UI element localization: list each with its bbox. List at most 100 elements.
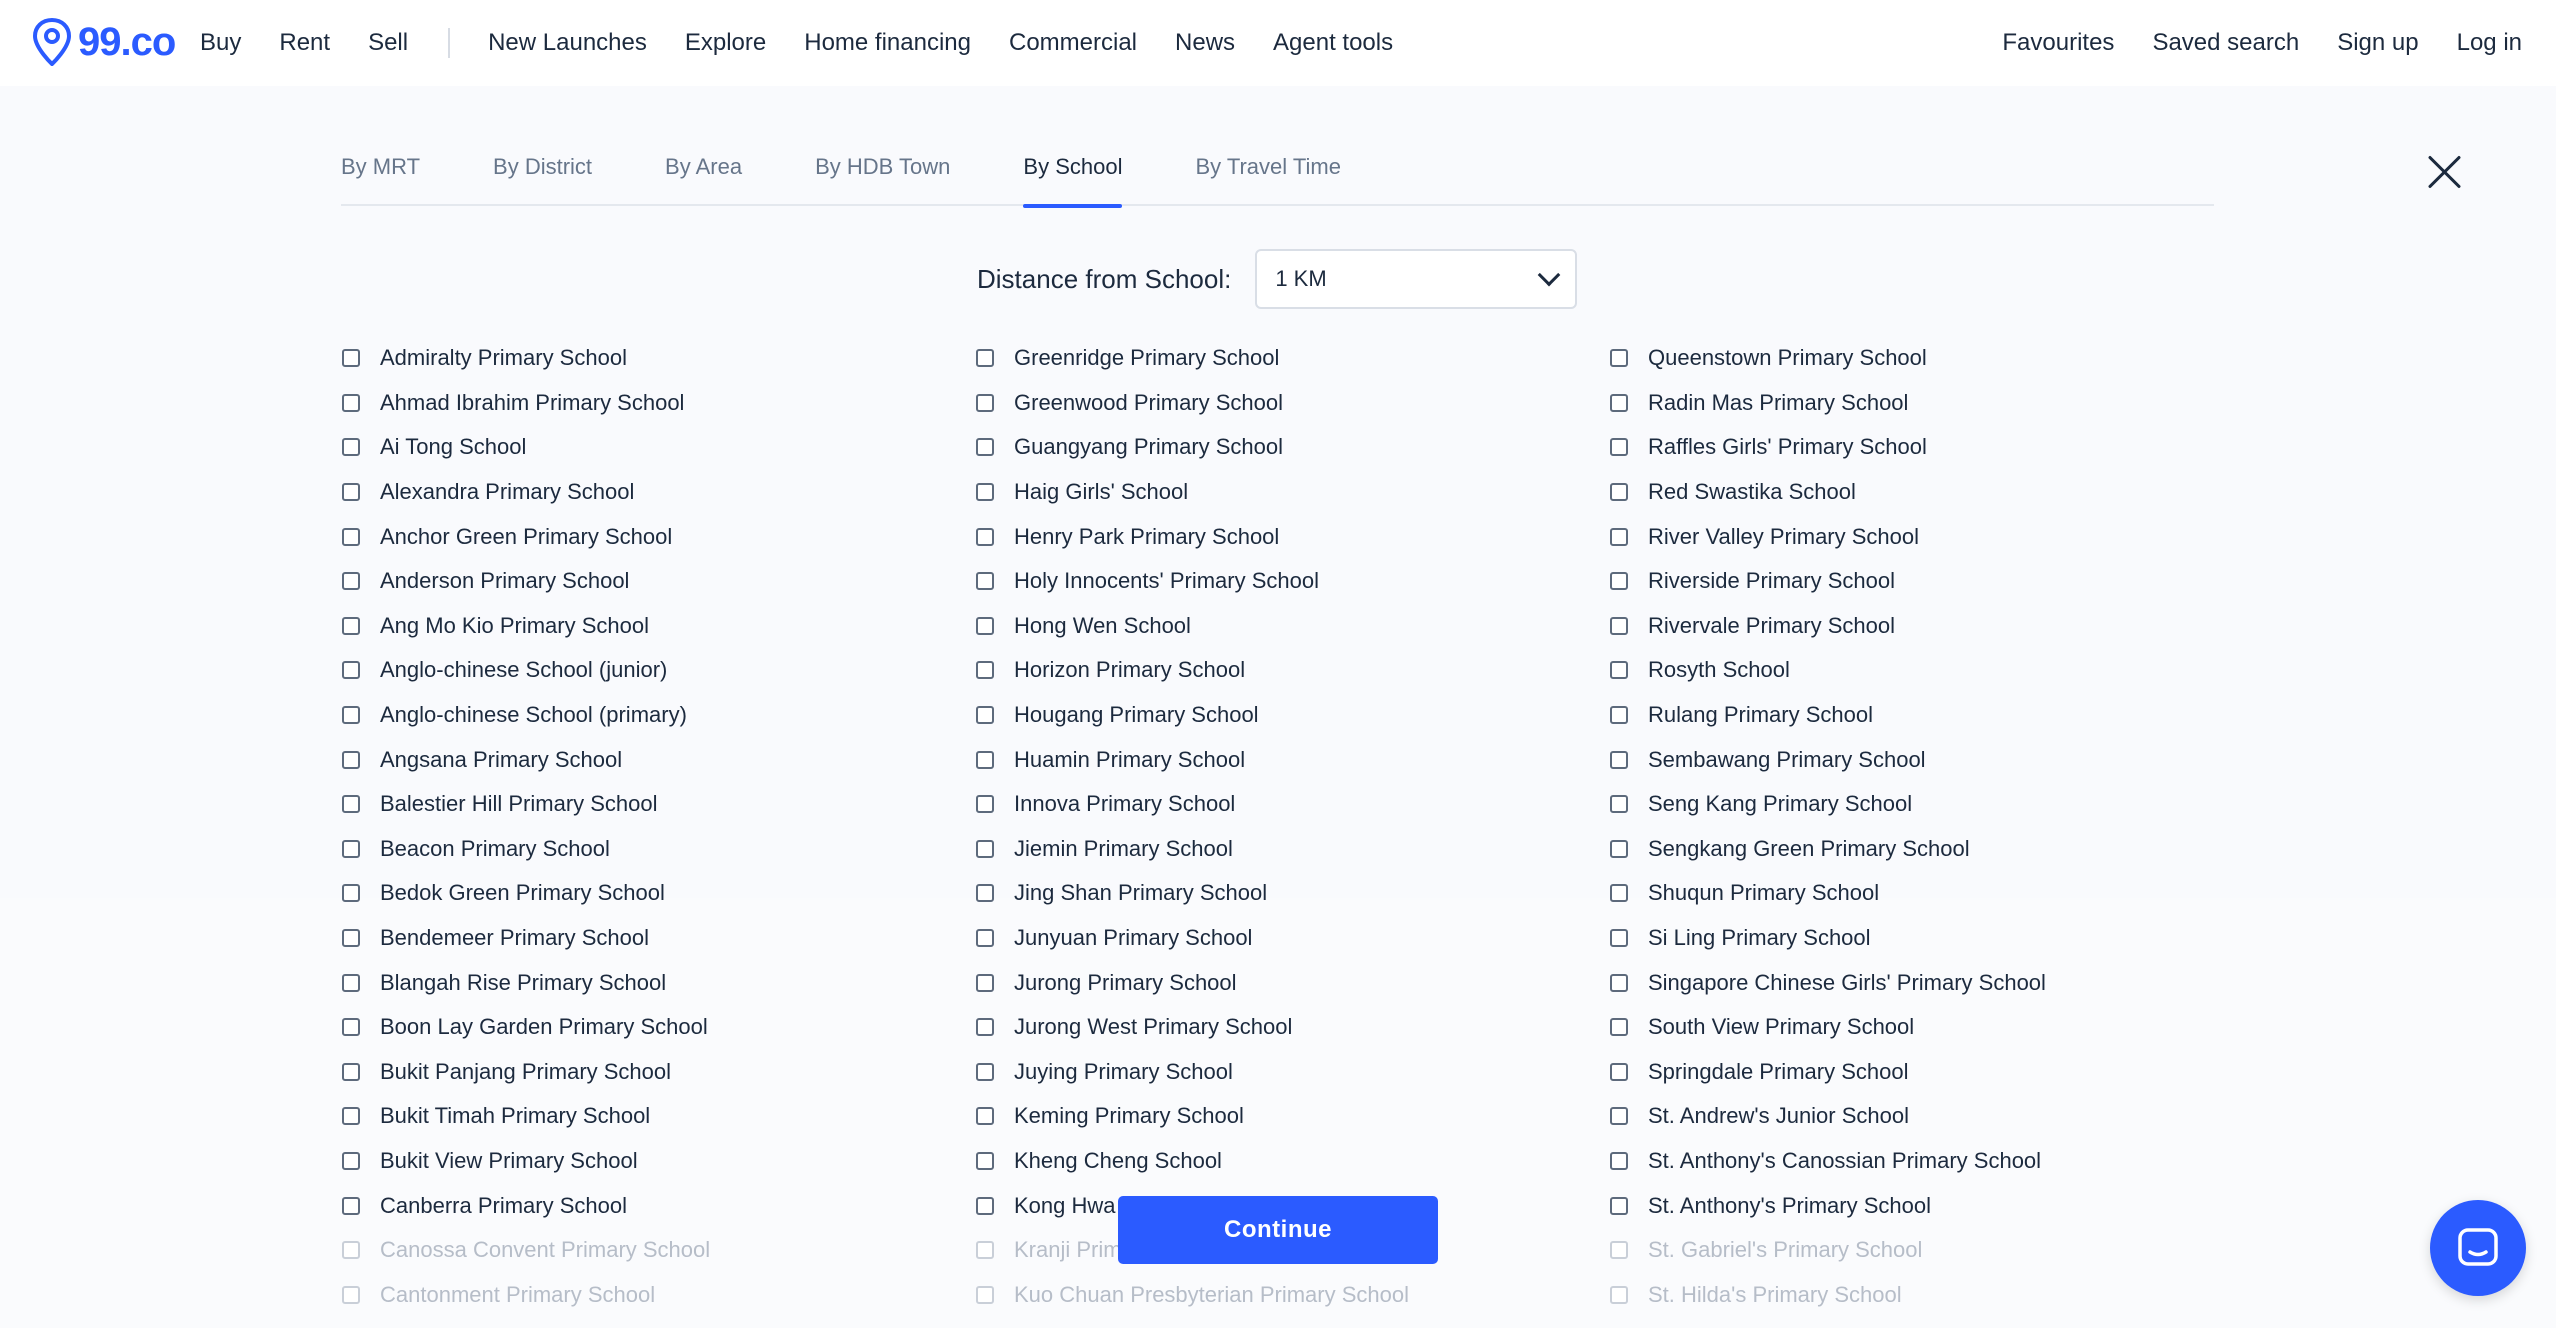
school-checkbox[interactable] bbox=[1610, 661, 1628, 680]
school-checkbox[interactable] bbox=[1610, 527, 1628, 546]
school-checkbox[interactable] bbox=[342, 884, 360, 903]
distance-select[interactable]: 1 KM bbox=[1255, 249, 1578, 309]
tab-by-hdb-town[interactable]: By HDB Town bbox=[815, 130, 950, 206]
school-option[interactable]: Bukit Panjang Primary School bbox=[342, 1050, 962, 1095]
tab-by-area[interactable]: By Area bbox=[665, 130, 742, 206]
school-checkbox[interactable] bbox=[342, 616, 360, 635]
school-option[interactable]: Bedok Green Primary School bbox=[342, 871, 962, 916]
school-option[interactable]: Ai Tong School bbox=[342, 425, 962, 470]
school-checkbox[interactable] bbox=[1610, 750, 1628, 769]
school-checkbox[interactable] bbox=[1610, 616, 1628, 635]
school-option[interactable]: Huamin Primary School bbox=[976, 737, 1596, 782]
school-option[interactable]: Hougang Primary School bbox=[976, 693, 1596, 738]
school-checkbox[interactable] bbox=[342, 1018, 360, 1037]
school-option[interactable]: Red Swastika School bbox=[1610, 470, 2230, 515]
school-checkbox[interactable] bbox=[976, 393, 994, 412]
school-option[interactable]: Rulang Primary School bbox=[1610, 693, 2230, 738]
school-option[interactable]: Innova Primary School bbox=[976, 782, 1596, 827]
school-checkbox[interactable] bbox=[976, 1285, 994, 1304]
school-checkbox[interactable] bbox=[976, 1196, 994, 1215]
school-checkbox[interactable] bbox=[976, 706, 994, 725]
nav-sign-up[interactable]: Sign up bbox=[2337, 29, 2418, 57]
school-checkbox[interactable] bbox=[1610, 1018, 1628, 1037]
school-option[interactable]: Sembawang Primary School bbox=[1610, 737, 2230, 782]
tab-by-mrt[interactable]: By MRT bbox=[341, 130, 420, 206]
school-option[interactable]: Junyuan Primary School bbox=[976, 916, 1596, 961]
school-checkbox[interactable] bbox=[342, 349, 360, 368]
school-option[interactable]: Balestier Hill Primary School bbox=[342, 782, 962, 827]
school-option[interactable]: Bukit View Primary School bbox=[342, 1139, 962, 1184]
nav-log-in[interactable]: Log in bbox=[2457, 29, 2522, 57]
school-checkbox[interactable] bbox=[976, 616, 994, 635]
school-checkbox[interactable] bbox=[342, 661, 360, 680]
nav-sell[interactable]: Sell bbox=[368, 29, 408, 57]
school-checkbox[interactable] bbox=[1610, 1107, 1628, 1126]
school-checkbox[interactable] bbox=[976, 973, 994, 992]
school-option[interactable]: Beacon Primary School bbox=[342, 827, 962, 872]
school-option[interactable]: Springdale Primary School bbox=[1610, 1050, 2230, 1095]
school-option[interactable]: Juying Primary School bbox=[976, 1050, 1596, 1095]
chat-button[interactable] bbox=[2430, 1200, 2526, 1296]
school-checkbox[interactable] bbox=[976, 1062, 994, 1081]
school-checkbox[interactable] bbox=[976, 1018, 994, 1037]
school-checkbox[interactable] bbox=[1610, 1241, 1628, 1260]
school-option[interactable]: Jing Shan Primary School bbox=[976, 871, 1596, 916]
school-option[interactable]: Seng Kang Primary School bbox=[1610, 782, 2230, 827]
nav-commercial[interactable]: Commercial bbox=[1009, 29, 1137, 57]
school-option[interactable]: Rivervale Primary School bbox=[1610, 604, 2230, 649]
tab-by-district[interactable]: By District bbox=[493, 130, 592, 206]
school-option[interactable]: Hong Wen School bbox=[976, 604, 1596, 649]
school-checkbox[interactable] bbox=[976, 1151, 994, 1170]
nav-new-launches[interactable]: New Launches bbox=[488, 29, 647, 57]
school-option[interactable]: St. Anthony's Canossian Primary School bbox=[1610, 1139, 2230, 1184]
school-checkbox[interactable] bbox=[976, 527, 994, 546]
school-option[interactable]: St. Hilda's Primary School bbox=[1610, 1272, 2230, 1317]
school-checkbox[interactable] bbox=[1610, 929, 1628, 948]
school-option[interactable]: Jiemin Primary School bbox=[976, 827, 1596, 872]
school-option[interactable]: Ahmad Ibrahim Primary School bbox=[342, 381, 962, 426]
school-checkbox[interactable] bbox=[976, 884, 994, 903]
nav-buy[interactable]: Buy bbox=[200, 29, 241, 57]
school-checkbox[interactable] bbox=[342, 393, 360, 412]
school-checkbox[interactable] bbox=[1610, 884, 1628, 903]
tab-by-travel-time[interactable]: By Travel Time bbox=[1195, 130, 1340, 206]
school-option[interactable]: Angsana Primary School bbox=[342, 737, 962, 782]
school-checkbox[interactable] bbox=[1610, 349, 1628, 368]
nav-saved-search[interactable]: Saved search bbox=[2152, 29, 2299, 57]
school-option[interactable]: Cantonment Primary School bbox=[342, 1272, 962, 1317]
nav-rent[interactable]: Rent bbox=[279, 29, 330, 57]
school-option[interactable]: Ang Mo Kio Primary School bbox=[342, 604, 962, 649]
school-checkbox[interactable] bbox=[342, 929, 360, 948]
school-checkbox[interactable] bbox=[342, 1241, 360, 1260]
nav-home-financing[interactable]: Home financing bbox=[804, 29, 971, 57]
school-checkbox[interactable] bbox=[976, 929, 994, 948]
school-option[interactable]: Henry Park Primary School bbox=[976, 514, 1596, 559]
nav-agent-tools[interactable]: Agent tools bbox=[1273, 29, 1393, 57]
school-option[interactable]: Canberra Primary School bbox=[342, 1183, 962, 1228]
school-option[interactable]: Jurong West Primary School bbox=[976, 1005, 1596, 1050]
school-option[interactable]: Queenstown Primary School bbox=[1610, 336, 2230, 381]
school-checkbox[interactable] bbox=[1610, 839, 1628, 858]
school-checkbox[interactable] bbox=[342, 839, 360, 858]
school-option[interactable]: Boon Lay Garden Primary School bbox=[342, 1005, 962, 1050]
school-checkbox[interactable] bbox=[1610, 438, 1628, 457]
school-checkbox[interactable] bbox=[342, 750, 360, 769]
school-option[interactable]: Greenwood Primary School bbox=[976, 381, 1596, 426]
school-checkbox[interactable] bbox=[342, 1285, 360, 1304]
school-option[interactable]: Raffles Girls' Primary School bbox=[1610, 425, 2230, 470]
school-option[interactable]: Jurong Primary School bbox=[976, 960, 1596, 1005]
school-checkbox[interactable] bbox=[342, 706, 360, 725]
school-checkbox[interactable] bbox=[976, 438, 994, 457]
school-option[interactable]: Singapore Chinese Girls' Primary School bbox=[1610, 960, 2230, 1005]
logo[interactable]: 99.co bbox=[32, 18, 176, 66]
school-checkbox[interactable] bbox=[342, 973, 360, 992]
school-checkbox[interactable] bbox=[1610, 483, 1628, 502]
school-option[interactable]: Anchor Green Primary School bbox=[342, 514, 962, 559]
school-checkbox[interactable] bbox=[976, 839, 994, 858]
school-option[interactable]: Blangah Rise Primary School bbox=[342, 960, 962, 1005]
school-checkbox[interactable] bbox=[976, 661, 994, 680]
school-checkbox[interactable] bbox=[1610, 1285, 1628, 1304]
school-checkbox[interactable] bbox=[976, 750, 994, 769]
tab-by-school[interactable]: By School bbox=[1023, 130, 1123, 208]
school-checkbox[interactable] bbox=[342, 483, 360, 502]
